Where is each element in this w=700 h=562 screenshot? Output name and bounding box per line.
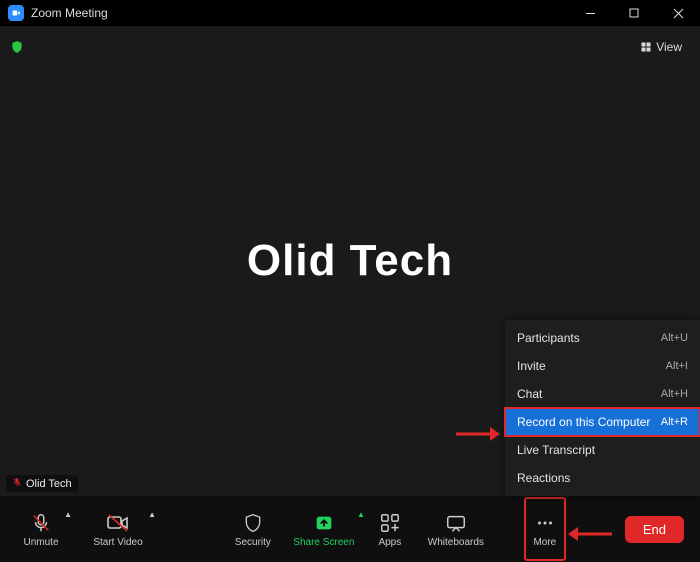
- unmute-button[interactable]: Unmute ▲: [12, 496, 70, 562]
- whiteboards-button[interactable]: Whiteboards: [417, 496, 495, 562]
- menu-item-shortcut: Alt+I: [666, 360, 688, 372]
- toolbar-label: Security: [235, 537, 271, 548]
- share-screen-icon: [313, 511, 335, 535]
- window-controls: [568, 0, 700, 26]
- toolbar-label: Whiteboards: [428, 537, 484, 548]
- apps-icon: [379, 511, 401, 535]
- participant-display-name: Olid Tech: [247, 236, 453, 286]
- meeting-toolbar: Unmute ▲ Start Video ▲ Security Share Sc…: [0, 496, 700, 562]
- whiteboard-icon: [445, 511, 467, 535]
- encryption-shield-icon[interactable]: [10, 40, 24, 54]
- self-name-label: Olid Tech: [26, 478, 72, 490]
- menu-item-chat[interactable]: Chat Alt+H: [505, 380, 700, 408]
- more-dots-icon: [534, 511, 556, 535]
- menu-item-label: Chat: [517, 387, 542, 401]
- toolbar-label: Unmute: [23, 537, 58, 548]
- view-button-label: View: [656, 40, 682, 54]
- menu-item-shortcut: Alt+R: [661, 416, 688, 428]
- menu-item-label: Record on this Computer: [517, 415, 650, 429]
- end-meeting-button[interactable]: End: [625, 516, 684, 543]
- self-video-label: Olid Tech: [6, 475, 78, 492]
- shield-icon: [243, 511, 263, 535]
- security-button[interactable]: Security: [221, 496, 285, 562]
- menu-item-reactions[interactable]: Reactions: [505, 464, 700, 492]
- mic-muted-icon: [12, 477, 22, 490]
- chevron-up-icon[interactable]: ▲: [148, 510, 156, 519]
- menu-item-shortcut: Alt+U: [661, 332, 688, 344]
- toolbar-label: Apps: [378, 537, 401, 548]
- menu-item-participants[interactable]: Participants Alt+U: [505, 324, 700, 352]
- window-minimize-button[interactable]: [568, 0, 612, 26]
- menu-item-shortcut: Alt+H: [661, 388, 688, 400]
- view-button[interactable]: View: [632, 36, 690, 58]
- menu-item-label: Live Transcript: [517, 443, 595, 457]
- share-screen-button[interactable]: Share Screen ▲: [285, 496, 363, 562]
- menu-item-record-local[interactable]: Record on this Computer Alt+R: [505, 408, 700, 436]
- end-button-label: End: [643, 522, 666, 537]
- zoom-logo-icon: [8, 5, 24, 21]
- window-titlebar: Zoom Meeting: [0, 0, 700, 26]
- toolbar-label: Share Screen: [293, 537, 354, 548]
- window-title: Zoom Meeting: [31, 6, 108, 20]
- meeting-topbar: View: [0, 32, 700, 62]
- apps-button[interactable]: Apps: [363, 496, 417, 562]
- window-maximize-button[interactable]: [612, 0, 656, 26]
- start-video-button[interactable]: Start Video ▲: [82, 496, 154, 562]
- window-close-button[interactable]: [656, 0, 700, 26]
- toolbar-label: Start Video: [93, 537, 142, 548]
- menu-item-invite[interactable]: Invite Alt+I: [505, 352, 700, 380]
- mic-muted-icon: [30, 511, 52, 535]
- camera-off-icon: [106, 511, 130, 535]
- toolbar-label: More: [533, 537, 556, 548]
- chevron-up-icon[interactable]: ▲: [64, 510, 72, 519]
- more-menu: Participants Alt+U Invite Alt+I Chat Alt…: [505, 320, 700, 496]
- more-button[interactable]: More: [523, 496, 567, 562]
- menu-item-label: Reactions: [517, 471, 570, 485]
- menu-item-live-transcript[interactable]: Live Transcript: [505, 436, 700, 464]
- menu-item-label: Participants: [517, 331, 580, 345]
- menu-item-label: Invite: [517, 359, 546, 373]
